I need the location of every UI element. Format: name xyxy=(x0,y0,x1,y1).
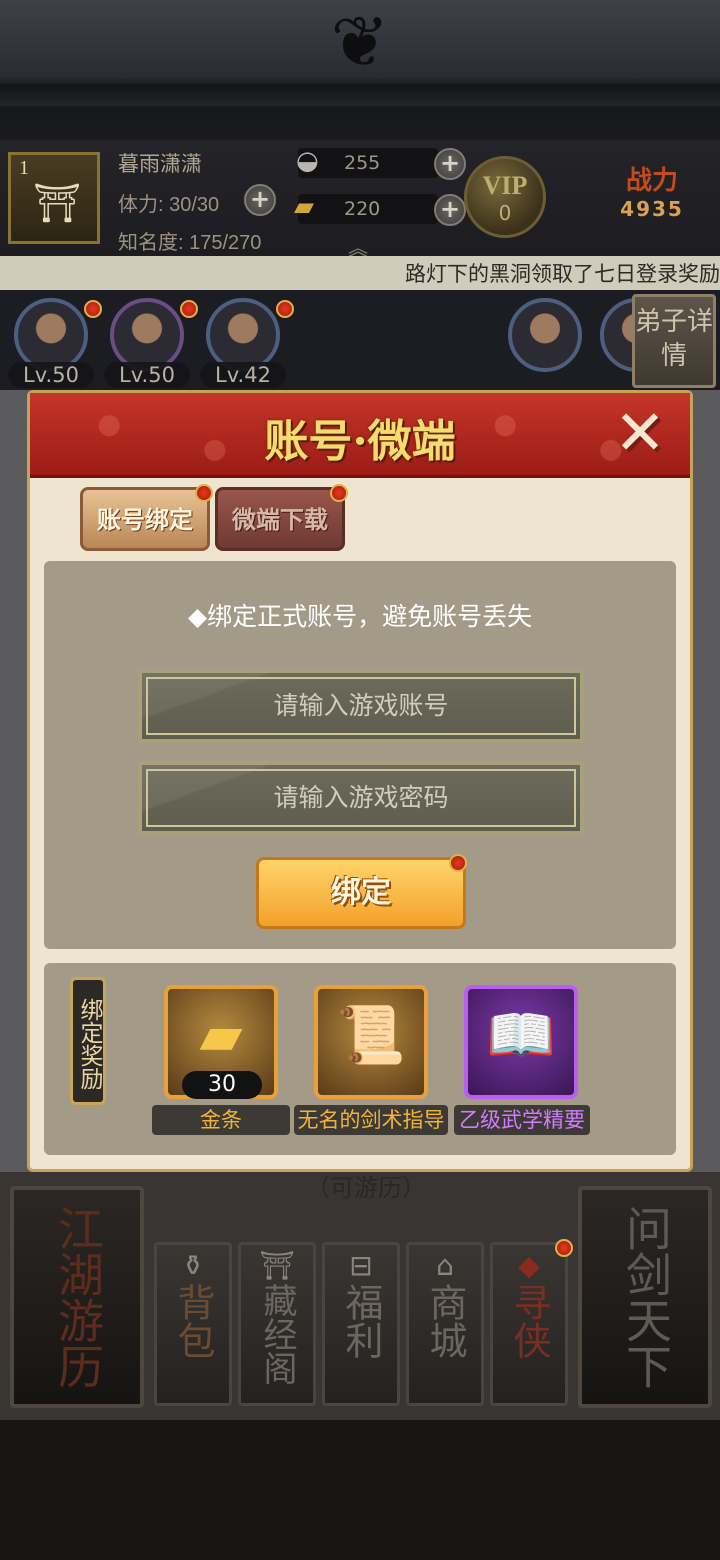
add-gold-button[interactable]: + xyxy=(434,194,466,226)
nav-jianghu-travel[interactable]: 江湖游历 xyxy=(10,1186,144,1408)
reward-item-name: 无名的剑术指导 xyxy=(294,1105,448,1135)
silver-amount: 255 xyxy=(344,152,381,174)
disciple-avatar[interactable] xyxy=(508,298,582,372)
tab-label: 账号绑定 xyxy=(97,505,193,534)
disciple-level: Lv.50 xyxy=(8,362,94,388)
player-level-badge[interactable]: 1 ⛩ xyxy=(8,152,100,244)
seal-icon: ◆ xyxy=(518,1249,540,1282)
stamina-label: 体力: xyxy=(118,194,164,216)
roof-eave xyxy=(0,84,720,106)
gold-amount: 220 xyxy=(344,198,381,220)
nav-wenjian-tianxia[interactable]: 问剑天下 xyxy=(578,1186,712,1408)
pavilion-icon: ⛩ xyxy=(259,1249,295,1282)
disciple-avatar[interactable] xyxy=(206,298,280,372)
footer-decoration xyxy=(0,1420,720,1560)
announcement-text: 路灯下的黑洞领取了七日登录奖励 xyxy=(405,262,720,286)
notification-dot xyxy=(180,300,198,318)
fame-value: 175/270 xyxy=(189,232,262,254)
cloud-ornament-icon: ❦ xyxy=(330,1,390,83)
shop-icon: ⌂ xyxy=(436,1249,454,1282)
nav-shop-label: 商城 xyxy=(423,1283,467,1359)
scroll-portrait-icon: 📜 xyxy=(336,1003,406,1068)
disciple-avatar[interactable] xyxy=(110,298,184,372)
gift-box-icon: ⊟ xyxy=(349,1249,373,1282)
password-input[interactable]: 请输入游戏密码 xyxy=(138,761,584,835)
player-level: 1 xyxy=(19,157,29,179)
tab-account-bind[interactable]: 账号绑定 xyxy=(80,484,213,551)
bind-button-label: 绑定 xyxy=(331,875,391,910)
account-placeholder: 请输入游戏账号 xyxy=(273,691,449,720)
gold-bar-icon: ▰ xyxy=(199,1003,243,1068)
notification-dot xyxy=(555,1239,573,1257)
nav-bag[interactable]: ⚱ 背包 xyxy=(154,1242,232,1406)
roof-banner: ❦ xyxy=(0,0,720,140)
silver-ingot-icon: ◒ xyxy=(296,146,319,176)
nav-bag-label: 背包 xyxy=(171,1283,215,1359)
notification-dot xyxy=(330,484,348,502)
gold-bar-icon: ▰ xyxy=(294,192,314,222)
notification-dot xyxy=(84,300,102,318)
player-name: 暮雨潇潇 xyxy=(118,152,202,176)
disciple-level: Lv.42 xyxy=(200,362,286,388)
nav-xunxia-label: 寻侠 xyxy=(507,1283,551,1359)
close-icon[interactable]: ✕ xyxy=(604,401,676,465)
vip-badge[interactable]: VIP 0 xyxy=(464,156,546,238)
bind-button[interactable]: 绑定 xyxy=(256,854,467,929)
silver-currency: 255 xyxy=(298,148,438,178)
reward-item-name: 乙级武学精要 xyxy=(454,1105,590,1135)
tab-micro-download[interactable]: 微端下载 xyxy=(215,484,348,551)
scroll-book-icon: 📖 xyxy=(486,1003,556,1068)
nav-library[interactable]: ⛩ 藏经阁 xyxy=(238,1242,316,1406)
fame-row: 知名度: 175/270 xyxy=(118,226,261,255)
disciple-avatar[interactable] xyxy=(14,298,88,372)
modal-title: 账号·微端 xyxy=(264,416,456,467)
combat-power-label: 战力 xyxy=(625,166,678,196)
bind-tip-text: ◆绑定正式账号，避免账号丢失 xyxy=(187,602,533,631)
vip-level: 0 xyxy=(498,201,512,225)
nav-welfare[interactable]: ⊟ 福利 xyxy=(322,1242,400,1406)
password-placeholder: 请输入游戏密码 xyxy=(273,783,449,812)
notification-dot xyxy=(449,854,467,872)
disciple-level: Lv.50 xyxy=(104,362,190,388)
nav-library-label: 藏经阁 xyxy=(257,1283,297,1385)
stamina-value: 30/30 xyxy=(169,194,220,216)
reward-item-sword-guide[interactable]: 📜 xyxy=(314,985,428,1099)
add-silver-button[interactable]: + xyxy=(434,148,466,180)
add-stamina-button[interactable]: + xyxy=(244,184,276,216)
pagoda-icon: ⛩ xyxy=(33,181,82,225)
reward-item-name: 金条 xyxy=(152,1105,290,1135)
bind-form-panel: ◆绑定正式账号，避免账号丢失 请输入游戏账号 请输入游戏密码 绑定 xyxy=(44,561,676,949)
combat-power: 战力 4935 xyxy=(592,160,712,240)
nav-welfare-label: 福利 xyxy=(339,1283,383,1359)
nav-xunxia[interactable]: ◆ 寻侠 xyxy=(490,1239,573,1406)
fame-label: 知名度: xyxy=(118,232,184,254)
stamina-row: 体力: 30/30 xyxy=(118,188,219,217)
combat-power-value: 4935 xyxy=(620,197,684,221)
announcement-marquee: 路灯下的黑洞领取了七日登录奖励 xyxy=(0,256,720,290)
bind-reward-tag: 绑定奖励 xyxy=(70,977,106,1105)
vip-label: VIP xyxy=(482,171,528,200)
bag-icon: ⚱ xyxy=(181,1249,205,1282)
account-input[interactable]: 请输入游戏账号 xyxy=(138,669,584,743)
modal-header: 账号·微端 ✕ xyxy=(30,393,690,478)
item-count: 30 xyxy=(182,1071,262,1099)
reward-item-gold-bar[interactable]: ▰ 30 xyxy=(164,985,278,1099)
notification-dot xyxy=(276,300,294,318)
reward-item-martial-essence[interactable]: 📖 xyxy=(464,985,578,1099)
travel-status: （可游历） xyxy=(306,1174,426,1202)
account-modal: 账号·微端 ✕ 账号绑定 微端下载 ◆绑定正式账号，避免账号丢失 请输入游戏账号… xyxy=(27,390,693,1172)
nav-shop[interactable]: ⌂ 商城 xyxy=(406,1242,484,1406)
notification-dot xyxy=(195,484,213,502)
bind-reward-panel: 绑定奖励 ▰ 30 金条 📜 无名的剑术指导 📖 乙级武学精要 xyxy=(44,963,676,1155)
disciple-detail-button[interactable]: 弟子详情 xyxy=(632,294,716,388)
gold-currency: 220 xyxy=(298,194,438,224)
tab-label: 微端下载 xyxy=(232,505,328,534)
